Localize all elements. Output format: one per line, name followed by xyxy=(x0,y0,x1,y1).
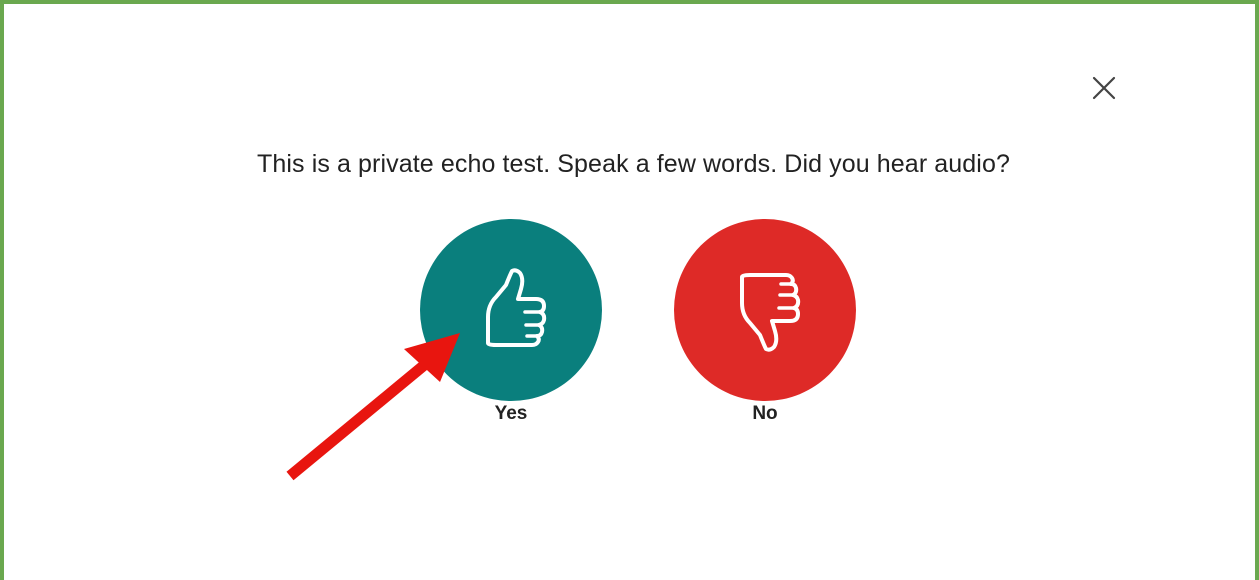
thumbs-down-icon xyxy=(740,273,801,352)
close-button[interactable] xyxy=(1088,72,1120,104)
no-label: No xyxy=(752,403,778,424)
yes-label: Yes xyxy=(494,403,528,424)
no-button[interactable]: No xyxy=(674,219,856,429)
close-icon xyxy=(1092,76,1116,100)
dialog-frame: This is a private echo test. Speak a few… xyxy=(0,0,1259,580)
echo-test-question: This is a private echo test. Speak a few… xyxy=(257,150,1010,178)
no-circle[interactable] xyxy=(674,219,856,401)
yes-button[interactable]: Yes xyxy=(420,219,602,429)
thumbs-up-icon xyxy=(486,268,547,347)
yes-circle[interactable] xyxy=(420,219,602,401)
